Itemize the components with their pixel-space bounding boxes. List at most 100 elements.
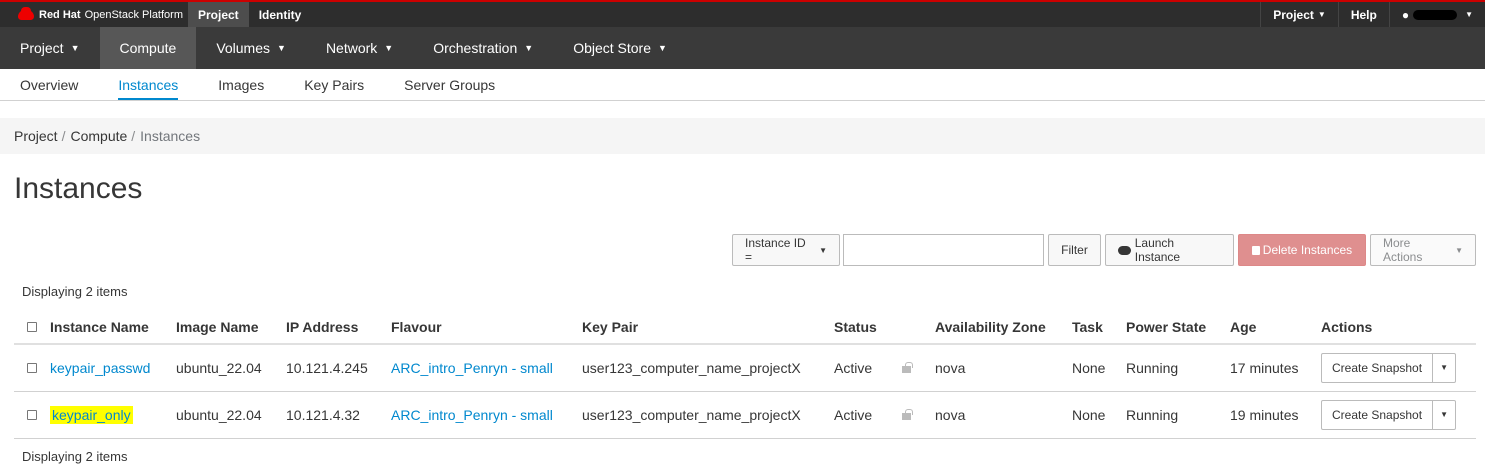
row-select-cell — [14, 343, 50, 392]
col-actions: Actions — [1321, 310, 1476, 345]
create-snapshot-button[interactable]: Create Snapshot — [1321, 399, 1434, 430]
flavour-link[interactable]: ARC_intro_Penryn - small — [391, 407, 553, 423]
delete-instances-button[interactable]: Delete Instances — [1238, 234, 1366, 266]
select-all-cell — [14, 310, 50, 345]
col-flavour[interactable]: Flavour — [391, 310, 582, 345]
nav-volumes-label: Volumes — [216, 40, 271, 56]
more-actions-label: More Actions — [1383, 236, 1423, 264]
launch-instance-button[interactable]: Launch Instance — [1105, 234, 1234, 266]
col-age[interactable]: Age — [1230, 310, 1321, 345]
col-availability-zone[interactable]: Availability Zone — [935, 310, 1072, 345]
col-task[interactable]: Task — [1072, 310, 1126, 345]
nav-project[interactable]: Project ▼ — [0, 27, 100, 69]
breadcrumb-project[interactable]: Project — [14, 128, 58, 144]
topnav-identity[interactable]: Identity — [249, 2, 312, 27]
chevron-down-icon: ▼ — [277, 43, 286, 53]
tab-images[interactable]: Images — [198, 69, 284, 100]
chevron-down-icon: ▼ — [1317, 10, 1326, 19]
caret-down-icon: ▼ — [1440, 363, 1449, 373]
breadcrumb-instances: Instances — [140, 128, 201, 144]
select-all-checkbox[interactable] — [27, 321, 37, 332]
row-checkbox[interactable] — [27, 362, 37, 373]
chevron-down-icon: ▼ — [70, 43, 80, 53]
col-key-pair[interactable]: Key Pair — [582, 310, 834, 345]
col-status[interactable]: Status — [834, 310, 935, 345]
trash-icon — [1251, 245, 1260, 255]
status-cell: Active — [834, 343, 935, 392]
zone-cell: nova — [935, 343, 1072, 392]
age-cell: 17 minutes — [1230, 343, 1321, 392]
item-count-bottom: Displaying 2 items — [22, 449, 128, 464]
secondary-nav: Overview Instances Images Key Pairs Serv… — [0, 69, 1485, 101]
chevron-down-icon: ▼ — [658, 43, 667, 53]
flavour-link[interactable]: ARC_intro_Penryn - small — [391, 360, 553, 376]
unlock-icon — [902, 361, 914, 373]
status-text: Active — [834, 406, 873, 423]
breadcrumb-separator: / — [131, 128, 136, 144]
col-power-state[interactable]: Power State — [1126, 310, 1230, 345]
col-ip-address[interactable]: IP Address — [286, 310, 391, 345]
instance-name-link[interactable]: keypair_only — [50, 405, 133, 424]
user-icon: ● — [1401, 7, 1410, 22]
caret-down-icon: ▼ — [1440, 410, 1449, 419]
table-header-row: Instance Name Image Name IP Address Flav… — [14, 310, 1476, 345]
filter-input[interactable] — [843, 234, 1044, 266]
nav-orchestration[interactable]: Orchestration ▼ — [413, 27, 553, 69]
top-bar: Red Hat OpenStack Platform Project Ident… — [0, 0, 1485, 27]
breadcrumb: Project / Compute / Instances — [0, 118, 1485, 154]
nav-object-store[interactable]: Object Store ▼ — [553, 27, 687, 69]
tab-overview[interactable]: Overview — [0, 69, 98, 100]
brand-logo[interactable]: Red Hat OpenStack Platform — [0, 2, 188, 27]
unlock-icon — [902, 408, 914, 420]
launch-instance-label: Launch Instance — [1134, 236, 1181, 264]
col-instance-name[interactable]: Instance Name — [50, 310, 176, 345]
filter-button[interactable]: Filter — [1048, 234, 1101, 266]
breadcrumb-compute[interactable]: Compute — [70, 128, 127, 144]
redhat-hat-icon — [18, 6, 34, 20]
tab-key-pairs[interactable]: Key Pairs — [284, 69, 384, 100]
instances-table: Instance Name Image Name IP Address Flav… — [14, 310, 1476, 439]
ip-address-cell: 10.121.4.245 — [286, 343, 391, 392]
instance-name-cell: keypair_passwd — [50, 343, 176, 392]
nav-network[interactable]: Network ▼ — [306, 27, 413, 69]
flavour-cell: ARC_intro_Penryn - small — [391, 390, 582, 439]
power-state-cell: Running — [1126, 390, 1230, 439]
chevron-down-icon: ▼ — [524, 43, 534, 53]
status-text: Active — [834, 359, 873, 376]
project-dropdown[interactable]: Project ▼ — [1260, 2, 1338, 27]
row-actions-group: Create Snapshot ▼ — [1321, 399, 1476, 430]
help-link[interactable]: Help — [1337, 2, 1389, 27]
tab-server-groups[interactable]: Server Groups — [384, 69, 515, 100]
create-snapshot-button[interactable]: Create Snapshot — [1321, 352, 1434, 383]
user-menu[interactable]: ● ▼ — [1388, 2, 1485, 27]
nav-compute[interactable]: Compute — [99, 27, 197, 69]
row-checkbox[interactable] — [27, 409, 37, 420]
table-toolbar: Instance ID = ▼ Filter Launch Instance D… — [732, 234, 1476, 266]
row-actions-dropdown[interactable]: ▼ — [1433, 399, 1457, 430]
item-count-top: Displaying 2 items — [22, 284, 128, 299]
task-cell: None — [1072, 343, 1126, 392]
brand-text: OpenStack Platform — [84, 8, 183, 21]
primary-nav: Project ▼ Compute Volumes ▼ Network ▼ Orche… — [0, 27, 1485, 69]
filter-field-label: Instance ID = — [745, 236, 806, 264]
filter-field-select[interactable]: Instance ID = ▼ — [732, 234, 840, 266]
chevron-down-icon: ▼ — [384, 43, 394, 53]
row-actions-dropdown[interactable]: ▼ — [1433, 352, 1457, 383]
topnav-project[interactable]: Project — [188, 2, 249, 27]
image-name-cell: ubuntu_22.04 — [176, 390, 286, 439]
page-title: Instances — [14, 172, 143, 205]
tab-instances[interactable]: Instances — [98, 69, 198, 100]
cloud-upload-icon — [1118, 245, 1131, 255]
ip-address-cell: 10.121.4.32 — [286, 390, 391, 439]
nav-project-label: Project — [20, 40, 64, 56]
instance-name-link[interactable]: keypair_passwd — [50, 360, 150, 376]
col-image-name[interactable]: Image Name — [176, 310, 286, 345]
nav-compute-label: Compute — [119, 40, 177, 56]
zone-cell: nova — [935, 390, 1072, 439]
more-actions-button[interactable]: More Actions ▼ — [1370, 234, 1476, 266]
table-row: keypair_only ubuntu_22.04 10.121.4.32 AR… — [14, 390, 1476, 439]
caret-down-icon: ▼ — [819, 245, 827, 255]
breadcrumb-separator: / — [61, 128, 66, 144]
task-cell: None — [1072, 390, 1126, 439]
nav-volumes[interactable]: Volumes ▼ — [196, 27, 306, 69]
